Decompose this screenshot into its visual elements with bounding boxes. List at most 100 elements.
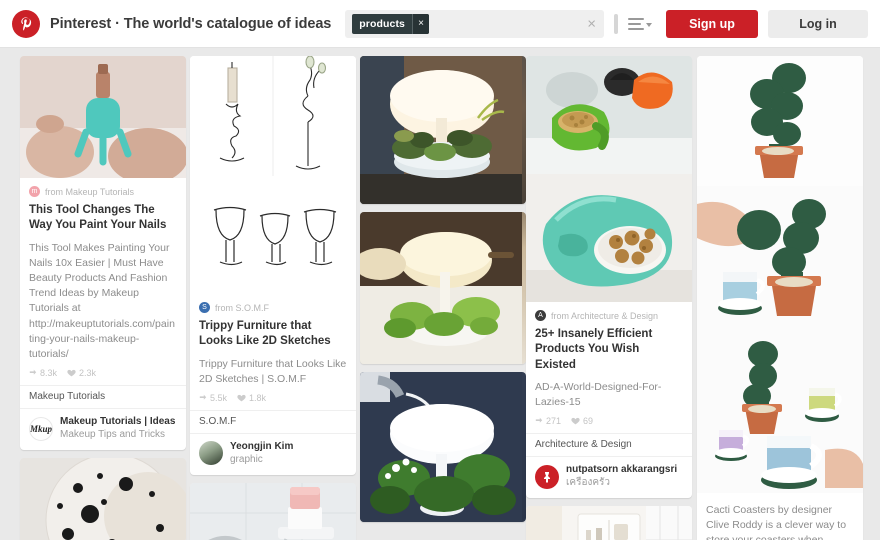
- like-stat: 2.3k: [67, 368, 96, 378]
- pin-image-efficient-products-b[interactable]: [526, 174, 692, 302]
- pin-meta-nail-tool: m from Makeup Tutorials This Tool Change…: [20, 178, 186, 385]
- pin-card-lamp-planter-1[interactable]: [360, 56, 526, 204]
- pin-card-nail-tool[interactable]: m from Makeup Tutorials This Tool Change…: [20, 56, 186, 450]
- pin-image-cacti-b[interactable]: [697, 186, 863, 338]
- pin-stats: 271 69: [535, 416, 683, 433]
- avatar[interactable]: [199, 441, 223, 466]
- pin-source-label: from Makeup Tutorials: [45, 186, 135, 197]
- pinner-text: nutpatsorn akkarangsri เครื่องครัว: [566, 463, 677, 490]
- like-count: 2.3k: [79, 368, 97, 379]
- pin-image-cacti-c[interactable]: [697, 338, 863, 493]
- pinner-text: Yeongjin Kim graphic: [230, 440, 293, 467]
- grid-column-3: [360, 56, 526, 530]
- heart-icon: [571, 418, 580, 425]
- pin-source[interactable]: A from Architecture & Design: [535, 310, 683, 321]
- pin-stats: 8.3k 2.3k: [29, 368, 177, 385]
- repin-stat: 5.5k: [199, 393, 227, 403]
- pin-source[interactable]: S from S.O.M.F: [199, 302, 347, 313]
- filter-lines: [628, 17, 644, 30]
- pin-card-white-shelf[interactable]: [526, 505, 692, 540]
- pin-image-cacti-a[interactable]: [697, 56, 863, 186]
- pin-source-label: from S.O.M.F: [215, 302, 269, 313]
- repin-icon: [535, 418, 543, 423]
- pin-card-lamp-planter-3[interactable]: [360, 372, 526, 522]
- pin-card-soap-dispenser[interactable]: [190, 482, 356, 540]
- makeup-tutorials-favicon: m: [29, 186, 40, 197]
- pin-image-lamp-planter-1[interactable]: [360, 56, 526, 204]
- pin-description: AD-A-World-Designed-For-Lazies-15: [535, 380, 662, 409]
- pushpin-icon: [544, 471, 550, 483]
- repin-count: 5.5k: [210, 393, 228, 403]
- like-stat: 1.8k: [237, 393, 266, 403]
- avatar[interactable]: Mkup: [29, 416, 53, 441]
- pin-stats: 5.5k 1.8k: [199, 393, 347, 410]
- pin-meta-efficient-products: A from Architecture & Design 25+ Insanel…: [526, 302, 692, 433]
- pin-image-speckled-plates[interactable]: [20, 457, 186, 540]
- pin-source-label: from Architecture & Design: [551, 310, 659, 321]
- pin-board-name[interactable]: Architecture & Design: [526, 433, 692, 456]
- heart-icon: [67, 370, 76, 377]
- pin-image-white-shelf[interactable]: [526, 505, 692, 540]
- avatar[interactable]: [535, 464, 559, 489]
- pin-description: This Tool Makes Painting Your Nails 10x …: [29, 241, 175, 361]
- pin-pinner[interactable]: nutpatsorn akkarangsri เครื่องครัว: [526, 456, 692, 498]
- pin-image-nail-tool[interactable]: [20, 56, 186, 178]
- repin-count: 271: [546, 416, 562, 427]
- pin-description: Cacti Coasters by designer Clive Roddy i…: [706, 504, 847, 540]
- pin-image-trippy-furniture-a[interactable]: [190, 56, 356, 176]
- pinner-name: Yeongjin Kim: [230, 441, 294, 452]
- repin-stat: 271: [535, 416, 561, 426]
- pinner-board: Makeup Tips and Tricks: [60, 429, 166, 441]
- pinner-text: Makeup Tutorials | Ideas Makeup Tips and…: [60, 415, 175, 442]
- like-count: 1.8k: [249, 393, 267, 403]
- search-input[interactable]: products × ×: [345, 9, 604, 38]
- pin-title[interactable]: Trippy Furniture that Looks Like 2D Sket…: [199, 319, 347, 350]
- pin-pinner[interactable]: Yeongjin Kim graphic: [190, 433, 356, 475]
- pin-image-lamp-planter-3[interactable]: [360, 372, 526, 522]
- pin-board-name[interactable]: Makeup Tutorials: [20, 385, 186, 408]
- pin-description: Trippy Furniture that Looks Like 2D Sket…: [199, 357, 347, 385]
- pin-title[interactable]: 25+ Insanely Efficient Products You Wish…: [535, 327, 683, 373]
- pin-grid[interactable]: m from Makeup Tutorials This Tool Change…: [0, 48, 880, 540]
- architecture-design-favicon: A: [535, 310, 546, 321]
- like-count: 69: [583, 416, 594, 427]
- pin-title[interactable]: This Tool Changes The Way You Paint Your…: [29, 203, 177, 234]
- pinterest-logo-icon[interactable]: [12, 9, 40, 38]
- search-tag-remove-icon[interactable]: ×: [411, 13, 429, 34]
- search-tag-products[interactable]: products ×: [352, 13, 429, 34]
- filter-list-icon[interactable]: [628, 17, 652, 30]
- pin-card-trippy-furniture[interactable]: S from S.O.M.F Trippy Furniture that Loo…: [190, 56, 356, 475]
- pinner-name: nutpatsorn akkarangsri: [566, 464, 678, 476]
- repin-icon: [29, 370, 37, 375]
- pinner-board: graphic: [230, 454, 263, 465]
- pin-board-name[interactable]: S.O.M.F: [190, 410, 356, 433]
- pin-image-soap-dispenser[interactable]: [190, 482, 356, 540]
- like-stat: 69: [571, 416, 593, 426]
- pin-source[interactable]: m from Makeup Tutorials: [29, 186, 177, 197]
- pinner-name: Makeup Tutorials | Ideas: [60, 416, 176, 428]
- page-title: Pinterest · The world's catalogue of ide…: [50, 15, 332, 32]
- log-in-button[interactable]: Log in: [768, 9, 868, 38]
- pin-image-lamp-planter-2[interactable]: [360, 212, 526, 364]
- pin-card-speckled-plates[interactable]: [20, 457, 186, 540]
- pin-meta-trippy-furniture: S from S.O.M.F Trippy Furniture that Loo…: [190, 294, 356, 410]
- grid-column-2: S from S.O.M.F Trippy Furniture that Loo…: [190, 56, 356, 540]
- pin-pinner[interactable]: Mkup Makeup Tutorials | Ideas Makeup Tip…: [20, 408, 186, 450]
- repin-count: 8.3k: [40, 368, 58, 379]
- grid-column-1: m from Makeup Tutorials This Tool Change…: [20, 56, 186, 540]
- repin-icon: [199, 394, 207, 400]
- grid-column-5: Cacti Coasters by designer Clive Roddy i…: [697, 56, 863, 540]
- pin-meta-cacti-coasters: Cacti Coasters by designer Clive Roddy i…: [697, 493, 863, 540]
- grid-column-4: A from Architecture & Design 25+ Insanel…: [526, 56, 692, 540]
- somf-favicon: S: [199, 302, 210, 313]
- pin-card-efficient-products[interactable]: A from Architecture & Design 25+ Insanel…: [526, 56, 692, 498]
- repin-stat: 8.3k: [29, 368, 57, 378]
- pinner-board: เครื่องครัว: [566, 477, 611, 489]
- pin-image-trippy-furniture-b[interactable]: [190, 176, 356, 294]
- sign-up-button[interactable]: Sign up: [666, 9, 758, 38]
- top-header: Pinterest · The world's catalogue of ide…: [0, 0, 880, 48]
- search-clear-icon[interactable]: ×: [587, 16, 596, 31]
- pin-image-efficient-products-a[interactable]: [526, 56, 692, 174]
- pin-card-cacti-coasters[interactable]: Cacti Coasters by designer Clive Roddy i…: [697, 56, 863, 540]
- pin-card-lamp-planter-2[interactable]: [360, 212, 526, 364]
